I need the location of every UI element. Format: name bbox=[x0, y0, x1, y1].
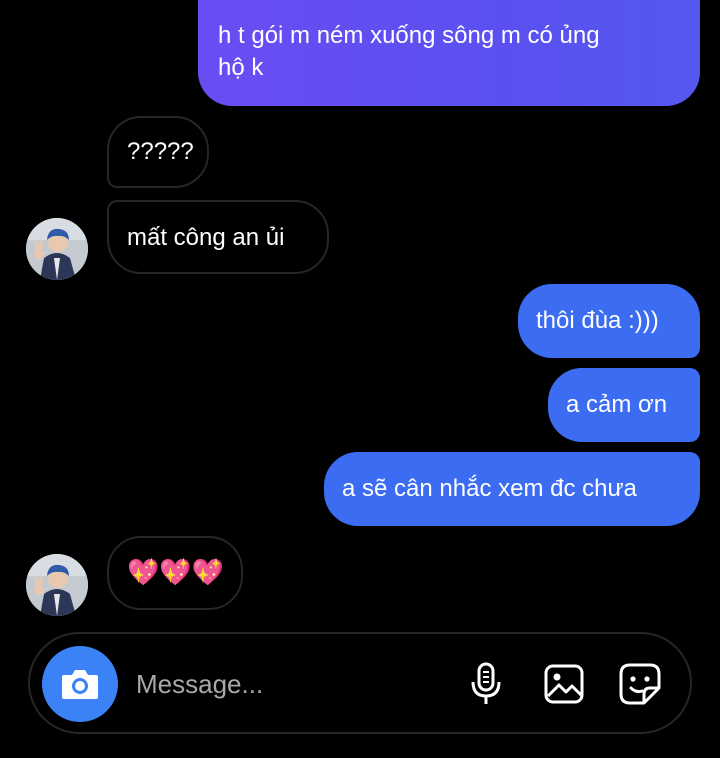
sticker-button[interactable] bbox=[616, 660, 664, 708]
microphone-button[interactable] bbox=[462, 660, 510, 708]
gallery-button[interactable] bbox=[540, 660, 588, 708]
avatar[interactable] bbox=[26, 218, 88, 280]
sticker-icon bbox=[619, 663, 661, 705]
chat-screen: h t gói m ném xuống sông m có ủng hộ k ?… bbox=[0, 0, 720, 758]
camera-button[interactable] bbox=[42, 646, 118, 722]
message-text: a cảm ơn bbox=[566, 391, 668, 418]
message-text: mất công an ủi bbox=[127, 224, 285, 251]
camera-icon bbox=[62, 670, 98, 699]
message-bubble-outgoing[interactable]: thôi đùa :))) bbox=[518, 284, 700, 358]
microphone-icon bbox=[471, 662, 501, 704]
avatar-image bbox=[26, 218, 88, 280]
image-icon bbox=[544, 664, 584, 704]
message-bubble-incoming[interactable]: ????? bbox=[107, 116, 209, 188]
message-bubble-outgoing[interactable]: a sẽ cân nhắc xem đc chưa bbox=[324, 452, 700, 526]
message-text: thôi đùa :))) bbox=[536, 307, 659, 334]
message-bubble-outgoing[interactable]: a cảm ơn bbox=[548, 368, 700, 442]
message-text-line-2: hộ k bbox=[218, 54, 264, 81]
message-composer bbox=[28, 632, 692, 734]
message-bubble-incoming[interactable]: 💖💖💖 bbox=[107, 536, 243, 610]
message-emoji: 💖💖💖 bbox=[127, 557, 225, 587]
message-input[interactable] bbox=[136, 664, 436, 704]
message-bubble-incoming[interactable]: mất công an ủi bbox=[107, 200, 329, 274]
message-text-line-1: h t gói m ném xuống sông m có ủng bbox=[218, 22, 600, 49]
message-text: ????? bbox=[127, 138, 194, 165]
message-text: a sẽ cân nhắc xem đc chưa bbox=[342, 475, 637, 502]
avatar-image bbox=[26, 554, 88, 616]
avatar[interactable] bbox=[26, 554, 88, 616]
message-bubble-outgoing[interactable]: h t gói m ném xuống sông m có ủng hộ k bbox=[198, 0, 700, 106]
